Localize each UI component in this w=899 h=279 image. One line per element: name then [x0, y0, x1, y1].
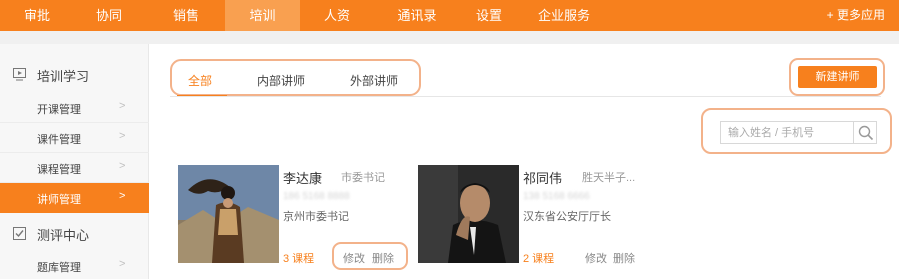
sidebar-item-label: 开课管理: [37, 104, 81, 116]
sidebar-section-training[interactable]: 培训学习: [0, 60, 149, 90]
header-divider: [0, 31, 899, 44]
sidebar-section-label: 培训学习: [37, 69, 90, 84]
delete-lecturer-link[interactable]: 删除: [372, 250, 394, 266]
tab-external-lecturers[interactable]: 外部讲师: [350, 72, 398, 89]
more-apps-link[interactable]: + 更多应用: [827, 0, 885, 31]
lecturer-courses-link[interactable]: 2 课程: [523, 250, 554, 266]
sidebar-item-label: 课程管理: [37, 164, 81, 176]
lecturer-photo[interactable]: [418, 165, 519, 263]
nav-item-contacts[interactable]: 通讯录: [389, 0, 445, 31]
chevron-right-icon: >: [119, 100, 126, 112]
tab-internal-lecturers[interactable]: 内部讲师: [257, 72, 305, 89]
edit-lecturer-link[interactable]: 修改: [585, 250, 607, 266]
chevron-right-icon: >: [119, 130, 126, 142]
sidebar-section-label: 测评中心: [37, 228, 90, 243]
sidebar-item-courseware[interactable]: 课件管理 >: [0, 123, 149, 153]
lecturer-courses-link[interactable]: 3 课程: [283, 250, 314, 266]
nav-item-approval[interactable]: 审批: [14, 0, 60, 31]
tab-all[interactable]: 全部: [188, 72, 212, 89]
sidebar-item-label: 讲师管理: [37, 194, 81, 206]
sidebar-section-evaluation[interactable]: 测评中心: [0, 219, 149, 249]
checkbox-icon: [13, 227, 26, 240]
lecturer-title: 市委书记: [341, 172, 385, 184]
new-lecturer-button[interactable]: 新建讲师: [798, 66, 877, 88]
lecturer-phone: 138 5168 6666: [523, 191, 590, 202]
nav-item-training[interactable]: 培训: [225, 0, 300, 31]
lecturer-name: 李达康: [283, 171, 323, 186]
top-nav-bar: 审批 协同 销售 培训 人资 通讯录 设置 企业服务 + 更多应用: [0, 0, 899, 31]
sidebar: 培训学习 开课管理 > 课件管理 > 课程管理 > 讲师管理 > 测评中心 题库…: [0, 44, 149, 279]
sidebar-item-courses[interactable]: 课程管理 >: [0, 153, 149, 183]
lecturer-title: 胜天半子...: [582, 172, 636, 184]
sidebar-item-question-bank[interactable]: 题库管理 >: [0, 251, 149, 279]
search-icon: [858, 125, 874, 141]
sidebar-item-lecturers[interactable]: 讲师管理 >: [0, 183, 149, 213]
nav-item-settings[interactable]: 设置: [469, 0, 509, 31]
chevron-right-icon: >: [119, 160, 126, 172]
chevron-right-icon: >: [119, 190, 126, 202]
nav-item-sales[interactable]: 销售: [163, 0, 209, 31]
sidebar-item-label: 课件管理: [37, 134, 81, 146]
sidebar-item-course-opening[interactable]: 开课管理 >: [0, 93, 149, 123]
lecturer-phone: 186 5168 8888: [283, 191, 350, 202]
search-button[interactable]: [853, 121, 877, 144]
search-input[interactable]: [720, 121, 854, 144]
nav-item-enterprise-services[interactable]: 企业服务: [536, 0, 592, 31]
monitor-icon: [13, 68, 26, 81]
edit-lecturer-link[interactable]: 修改: [343, 250, 365, 266]
delete-lecturer-link[interactable]: 删除: [613, 250, 635, 266]
lecturer-name: 祁同伟: [523, 171, 563, 186]
lecturer-org: 汉东省公安厅厅长: [523, 211, 611, 223]
nav-item-collaboration[interactable]: 协同: [86, 0, 132, 31]
nav-item-hr[interactable]: 人资: [314, 0, 360, 31]
chevron-right-icon: >: [119, 258, 126, 270]
sidebar-item-label: 题库管理: [37, 262, 81, 274]
lecturer-org: 京州市委书记: [283, 211, 349, 223]
tabs-divider: [170, 96, 881, 97]
lecturer-photo[interactable]: [178, 165, 279, 263]
